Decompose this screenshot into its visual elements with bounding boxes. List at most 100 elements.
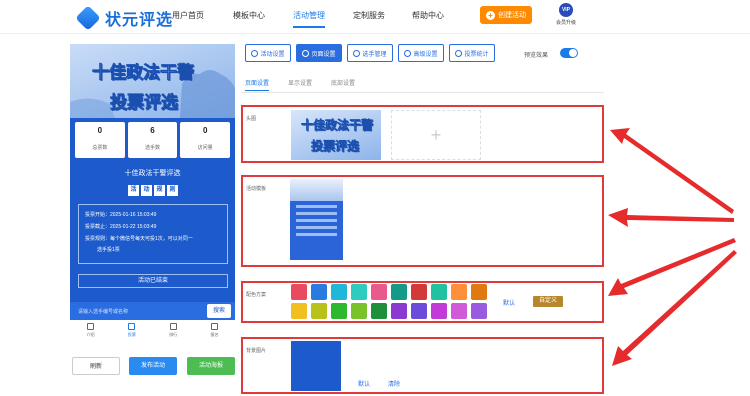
- color-swatch[interactable]: [451, 303, 467, 319]
- rules-char: 规: [154, 185, 165, 196]
- tab-intro[interactable]: 介绍: [70, 320, 111, 342]
- nav-home[interactable]: 用户首页: [172, 10, 204, 21]
- color-swatch[interactable]: [351, 303, 367, 319]
- stats-row: 0 总票数 6 选手数 0 访问量: [75, 122, 231, 158]
- create-activity-label: 创建活动: [498, 12, 526, 19]
- thumbnail-title: 十佳政法干警: [301, 118, 374, 132]
- tab-vote[interactable]: 投票: [111, 320, 152, 342]
- sliders-icon: [404, 49, 412, 57]
- color-swatch[interactable]: [311, 303, 327, 319]
- users-icon: [353, 49, 361, 57]
- color-scheme-label: 配色方案: [246, 292, 267, 298]
- vip-upgrade[interactable]: VIP 会员升级: [556, 3, 576, 26]
- template-thumbnail[interactable]: [290, 179, 343, 260]
- nav-help-center[interactable]: 帮助中心: [412, 10, 444, 21]
- tool-page-settings[interactable]: 页面设置: [296, 44, 342, 62]
- tool-label: 活动设置: [260, 51, 285, 58]
- custom-color-button[interactable]: 自定义: [533, 296, 563, 307]
- refresh-button[interactable]: 刷新: [72, 357, 120, 375]
- tab-label: 投票: [127, 332, 136, 337]
- color-swatch[interactable]: [331, 284, 347, 300]
- arrow-icon: [610, 128, 734, 214]
- stat-label: 访问量: [197, 145, 213, 151]
- bar-chart-icon: [169, 323, 177, 330]
- color-swatch[interactable]: [431, 303, 447, 319]
- preview-effect-toggle[interactable]: [560, 48, 578, 58]
- color-swatch[interactable]: [471, 303, 487, 319]
- stat-value: 0: [97, 126, 103, 135]
- color-swatch[interactable]: [451, 284, 467, 300]
- subtab-bottom-settings[interactable]: 底部设置: [331, 78, 355, 87]
- template-line: [296, 226, 337, 229]
- background-clear-link[interactable]: 清除: [388, 379, 400, 388]
- template-line: [296, 219, 337, 222]
- color-swatch[interactable]: [431, 284, 447, 300]
- arrow-icon: [608, 208, 734, 227]
- tab-label: 报名: [210, 332, 219, 337]
- color-swatch[interactable]: [471, 284, 487, 300]
- subtab-page-settings[interactable]: 页面设置: [245, 78, 270, 91]
- tool-label: 选手管理: [362, 51, 387, 58]
- thumbnail-subtitle: 投票评选: [311, 139, 360, 153]
- vip-badge-icon: VIP: [559, 3, 573, 17]
- arrow-icon: [612, 250, 737, 366]
- color-scheme-panel: 配色方案 默认 自定义: [241, 281, 604, 323]
- banner-title: 十佳政法干警: [92, 63, 195, 83]
- add-image-button[interactable]: +: [391, 110, 481, 160]
- tab-signup[interactable]: 报名: [194, 320, 235, 342]
- tool-label: 投票统计: [464, 51, 489, 58]
- color-swatch[interactable]: [411, 303, 427, 319]
- rule-end: 投票截止：2025-01-22 15:03:49: [85, 224, 157, 230]
- search-input[interactable]: 请输入选手编号或名称: [78, 308, 128, 315]
- color-swatch[interactable]: [371, 284, 387, 300]
- create-activity-button[interactable]: + 创建活动: [480, 6, 532, 24]
- nav-custom-service[interactable]: 定制服务: [353, 10, 385, 21]
- search-button[interactable]: 搜索: [207, 304, 231, 318]
- brand-name: 状元评选: [105, 12, 174, 29]
- rules-box: 投票开始：2025-01-16 15:03:49 投票截止：2025-01-22…: [78, 204, 228, 264]
- color-swatch[interactable]: [311, 284, 327, 300]
- tool-advanced-settings[interactable]: 高级设置: [398, 44, 444, 62]
- background-image-thumbnail[interactable]: [291, 341, 341, 391]
- color-swatch[interactable]: [331, 303, 347, 319]
- color-swatch[interactable]: [391, 303, 407, 319]
- subtab-display-settings[interactable]: 显示设置: [288, 78, 312, 87]
- tool-vote-statistics[interactable]: 投票统计: [449, 44, 495, 62]
- tool-contestant-management[interactable]: 选手管理: [347, 44, 393, 62]
- default-color-link[interactable]: 默认: [503, 298, 515, 307]
- template-line: [296, 212, 337, 215]
- color-swatch[interactable]: [291, 284, 307, 300]
- top-navigation-bar: 状元评选 用户首页 模板中心 活动管理 定制服务 帮助中心 + 创建活动 VIP…: [0, 0, 750, 34]
- tool-activity-settings[interactable]: 活动设置: [245, 44, 291, 62]
- color-swatch[interactable]: [351, 284, 367, 300]
- banner-subtitle: 投票评选: [110, 93, 179, 113]
- page-icon: [302, 49, 310, 57]
- color-swatch[interactable]: [411, 284, 427, 300]
- template-label: 活动模板: [246, 186, 267, 192]
- chart-icon: [455, 49, 463, 57]
- rule-start: 投票开始：2025-01-16 15:03:49: [85, 212, 157, 218]
- activity-status: 活动已结束: [78, 274, 228, 288]
- color-swatch[interactable]: [291, 303, 307, 319]
- color-swatch[interactable]: [371, 303, 387, 319]
- publish-activity-button[interactable]: 发布活动: [129, 357, 177, 375]
- vip-upgrade-label: 会员升级: [556, 20, 577, 26]
- stat-total-votes: 0 总票数: [75, 122, 125, 158]
- head-image-thumbnail[interactable]: 十佳政法干警 投票评选: [291, 110, 381, 160]
- nav-activity-management[interactable]: 活动管理: [293, 10, 325, 28]
- tab-label: 介绍: [86, 332, 95, 337]
- rules-char: 活: [128, 185, 139, 196]
- tab-label: 排行: [169, 332, 178, 337]
- brand-logo[interactable]: 状元评选: [75, 5, 174, 31]
- signup-icon: [210, 323, 218, 330]
- phone-tab-bar: 介绍 投票 排行 报名: [70, 320, 235, 342]
- stat-contestants: 6 选手数: [127, 122, 178, 158]
- activity-title: 十佳政法干警评选: [124, 170, 181, 177]
- tab-ranking[interactable]: 排行: [153, 320, 194, 342]
- background-default-link[interactable]: 默认: [358, 379, 370, 388]
- color-swatch[interactable]: [391, 284, 407, 300]
- tool-label: 高级设置: [413, 51, 438, 58]
- activity-poster-button[interactable]: 活动海报: [187, 357, 235, 375]
- nav-templates[interactable]: 模板中心: [233, 10, 265, 21]
- tool-label: 页面设置: [311, 51, 336, 58]
